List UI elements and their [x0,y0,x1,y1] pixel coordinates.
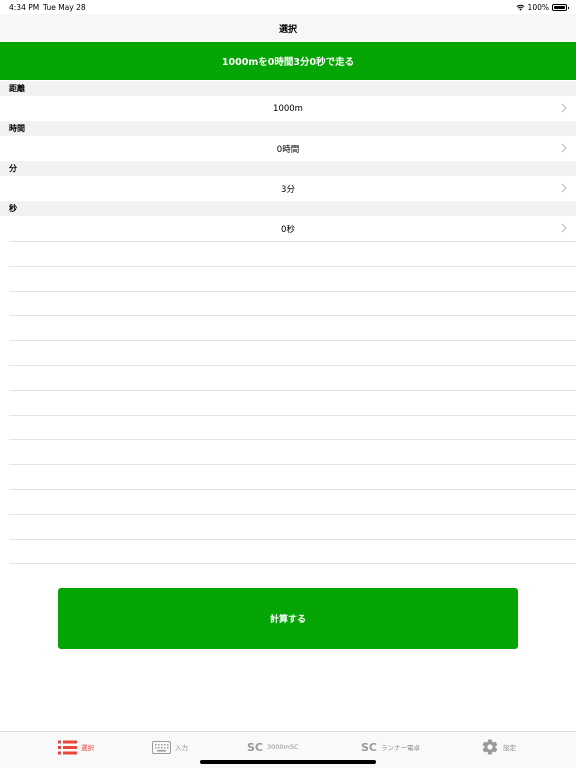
sc-icon: SC [361,740,377,754]
empty-row-divider [9,464,576,466]
chevron-right-icon [561,103,567,113]
empty-row-divider [9,513,576,515]
empty-row-divider [9,389,576,391]
list-icon [58,740,77,755]
battery-percent: 100% [527,3,549,12]
minutes-value: 3分 [281,184,295,195]
empty-row-divider [9,290,576,292]
section-header-minutes: 分 [0,161,576,176]
empty-row-divider [9,489,576,490]
gear-icon [481,738,499,756]
navigation-bar: 選択 [0,14,576,42]
tab-label: ランナー電卓 [381,744,420,752]
empty-row-divider [9,439,576,441]
sc-icon: SC [247,740,263,754]
empty-row-divider [9,414,576,416]
seconds-value: 0秒 [281,224,295,235]
keyboard-icon [152,740,171,754]
section-header-hours: 時間 [0,121,576,136]
chevron-right-icon [561,223,567,233]
minutes-row[interactable]: 3分 [0,176,576,201]
tab-select[interactable]: 選択 [58,732,94,762]
empty-row-divider [9,241,576,242]
tab-3000msc[interactable]: SC 3000mSC [247,732,299,762]
wifi-icon [516,4,525,11]
status-time: 4:34 PM [9,3,40,12]
hours-value: 0時間 [276,144,300,155]
battery-icon [552,4,569,11]
chevron-right-icon [561,183,567,193]
page-title: 選択 [278,24,297,35]
section-header-seconds: 秒 [0,201,576,216]
empty-row-divider [9,265,576,267]
status-date: Tue May 28 [43,3,86,12]
distance-row[interactable]: 1000m [0,96,576,121]
distance-value: 1000m [273,103,303,114]
tab-label: 選択 [81,744,94,752]
status-bar: 4:34 PM Tue May 28 100% [0,0,576,14]
chevron-right-icon [561,143,567,153]
tab-settings[interactable]: 設定 [481,732,516,762]
empty-row-divider [9,563,576,565]
empty-row-divider [9,538,576,540]
empty-row-divider [9,365,576,366]
tab-label: 入力 [175,744,188,752]
tab-label: 3000mSC [267,743,299,751]
empty-row-divider [9,315,576,317]
tab-input[interactable]: 入力 [152,732,188,762]
tab-runner-calculator[interactable]: SC ランナー電卓 [361,732,420,762]
tab-label: 設定 [503,744,516,752]
empty-row-divider [9,340,576,342]
result-banner: 1000mを0時間3分0秒で走る [0,42,576,80]
home-indicator [200,760,376,764]
hours-row[interactable]: 0時間 [0,136,576,161]
seconds-row[interactable]: 0秒 [0,216,576,241]
status-indicators: 100% [516,3,569,12]
calculate-button[interactable]: 計算する [58,588,518,649]
section-header-distance: 距離 [0,81,576,96]
